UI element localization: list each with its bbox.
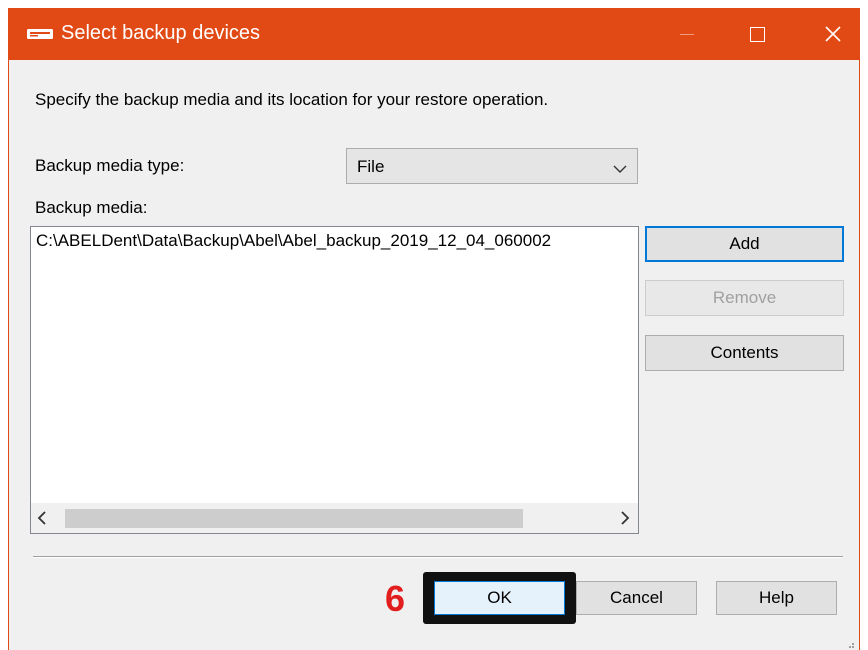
backup-media-label: Backup media: [35, 198, 148, 217]
backup-media-list[interactable]: C:\ABELDent\Data\Backup\Abel\Abel_backup… [30, 226, 639, 534]
close-icon [825, 26, 841, 42]
maximize-button[interactable] [731, 8, 783, 60]
footer-separator [33, 556, 843, 558]
contents-button[interactable]: Contents [645, 335, 844, 371]
minimize-icon [680, 33, 694, 35]
backup-media-type-label: Backup media type: [35, 156, 185, 175]
scroll-right-icon[interactable] [620, 510, 630, 531]
scrollbar-thumb[interactable] [65, 509, 523, 528]
close-button[interactable] [807, 8, 859, 60]
add-button[interactable]: Add [645, 226, 844, 262]
help-button[interactable]: Help [716, 581, 837, 615]
tape-drive-icon [26, 26, 54, 42]
cancel-button[interactable]: Cancel [576, 581, 697, 615]
scroll-left-icon[interactable] [37, 510, 47, 531]
remove-button[interactable]: Remove [645, 280, 844, 316]
resize-grip-icon[interactable] [845, 636, 855, 648]
instruction-text: Specify the backup media and its locatio… [35, 90, 549, 109]
list-item[interactable]: C:\ABELDent\Data\Backup\Abel\Abel_backup… [36, 231, 551, 251]
maximize-icon [749, 26, 765, 42]
horizontal-scrollbar[interactable] [31, 503, 638, 533]
window-title: Select backup devices [61, 22, 261, 44]
backup-media-type-value: File [357, 157, 385, 176]
title-bar[interactable]: Select backup devices [9, 8, 859, 60]
step-marker: 6 [385, 578, 406, 619]
backup-media-type-dropdown[interactable]: File [346, 148, 638, 184]
minimize-button[interactable] [661, 8, 713, 60]
ok-button[interactable]: OK [434, 581, 565, 615]
select-backup-devices-dialog: Select backup devices Specify the backup… [8, 8, 860, 650]
chevron-down-icon [613, 161, 627, 179]
